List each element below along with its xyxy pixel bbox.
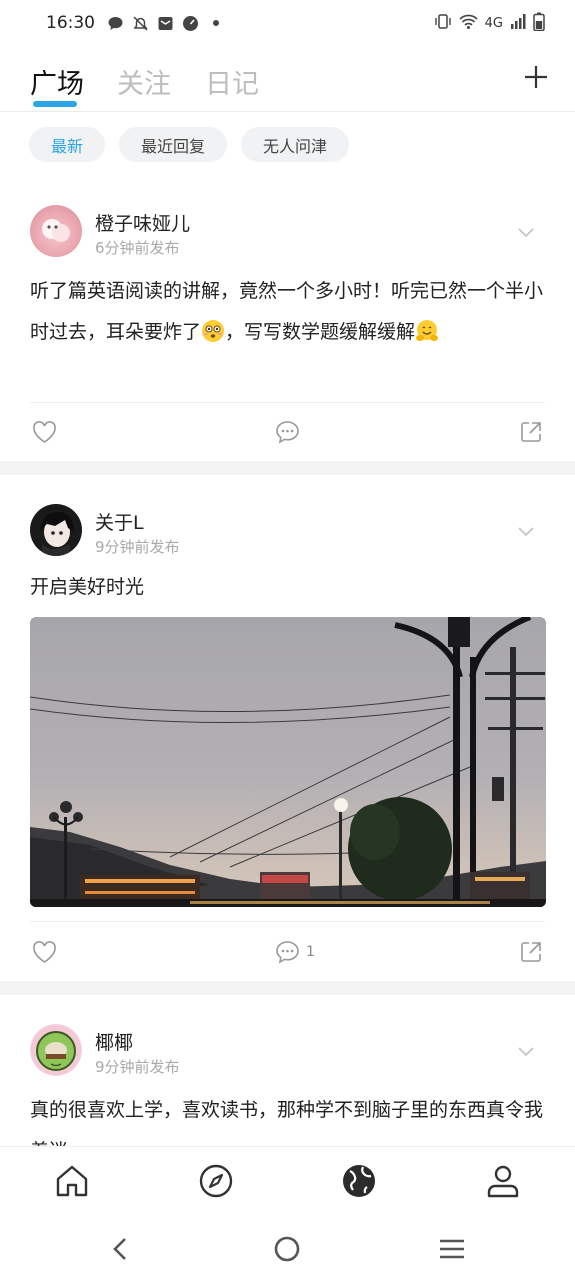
comment-count: 1 bbox=[306, 944, 315, 960]
filter-chips: 最新 最近回复 无人问津 bbox=[29, 127, 350, 162]
status-left: 16:30 bbox=[46, 13, 224, 33]
tab-square[interactable]: 广场 bbox=[30, 62, 84, 101]
speedometer-icon bbox=[182, 15, 199, 32]
post-author[interactable]: 关于L bbox=[95, 508, 144, 535]
vibrate-icon bbox=[434, 13, 452, 34]
share-icon bbox=[521, 942, 541, 962]
signal-icon bbox=[510, 13, 526, 34]
nav-home[interactable] bbox=[54, 1163, 90, 1199]
profile-icon bbox=[487, 1165, 519, 1198]
status-right: 4G bbox=[434, 12, 545, 35]
plus-icon bbox=[525, 66, 547, 88]
post-text-part2: ，写写数学题缓解缓解 bbox=[225, 321, 416, 343]
heart-icon bbox=[33, 420, 56, 443]
like-button[interactable] bbox=[32, 419, 57, 445]
globe-icon bbox=[343, 1165, 375, 1197]
filter-unanswered[interactable]: 无人问津 bbox=[241, 127, 350, 162]
mute-icon bbox=[132, 15, 149, 32]
chat-icon bbox=[107, 15, 124, 32]
action-divider bbox=[30, 921, 545, 922]
wifi-icon bbox=[459, 13, 478, 34]
menu-icon bbox=[440, 1239, 464, 1259]
battery-icon bbox=[533, 12, 545, 35]
system-back-button[interactable] bbox=[107, 1235, 135, 1263]
post-time: 6分钟前发布 bbox=[95, 239, 180, 257]
add-post-button[interactable] bbox=[523, 64, 549, 90]
post-author[interactable]: 椰椰 bbox=[95, 1028, 133, 1055]
bottom-navigation bbox=[0, 1146, 575, 1218]
comment-button[interactable]: 1 bbox=[275, 939, 315, 965]
avatar[interactable] bbox=[30, 1024, 82, 1076]
nav-discover[interactable] bbox=[198, 1163, 234, 1199]
chevron-down-icon[interactable] bbox=[517, 1045, 535, 1057]
tab-following[interactable]: 关注 bbox=[117, 62, 171, 101]
back-icon bbox=[113, 1238, 126, 1260]
post-time: 9分钟前发布 bbox=[95, 1058, 180, 1076]
post-photo[interactable] bbox=[30, 617, 546, 907]
post-author[interactable]: 橙子味娅儿 bbox=[95, 209, 190, 236]
network-label: 4G bbox=[484, 15, 503, 31]
comment-button[interactable] bbox=[275, 419, 306, 445]
circle-home-icon bbox=[274, 1236, 300, 1262]
compass-icon bbox=[199, 1164, 233, 1198]
action-divider bbox=[30, 402, 545, 403]
chevron-down-icon[interactable] bbox=[517, 525, 535, 537]
flushed-face-emoji-icon bbox=[202, 320, 225, 342]
share-button[interactable] bbox=[519, 419, 543, 445]
dot-icon bbox=[207, 15, 224, 32]
post-text: 开启美好时光 bbox=[30, 576, 145, 598]
hugging-face-emoji-icon bbox=[416, 320, 439, 341]
post-text: 真的很喜欢上学，喜欢读书，那种学不到脑子里的东西真令我着迷 bbox=[30, 1099, 544, 1146]
comment-icon bbox=[276, 421, 299, 444]
home-icon bbox=[56, 1165, 88, 1197]
mail-icon bbox=[157, 15, 174, 32]
post-separator bbox=[0, 981, 575, 995]
share-icon bbox=[521, 422, 541, 442]
tab-diary[interactable]: 日记 bbox=[205, 62, 259, 101]
top-tabs: 广场 关注 日记 bbox=[0, 52, 575, 112]
post-separator bbox=[0, 461, 575, 475]
heart-icon bbox=[33, 940, 56, 963]
like-button[interactable] bbox=[32, 939, 57, 965]
system-menu-button[interactable] bbox=[438, 1235, 466, 1263]
system-home-button[interactable] bbox=[273, 1235, 301, 1263]
nav-profile[interactable] bbox=[485, 1163, 521, 1199]
avatar[interactable] bbox=[30, 504, 82, 556]
filter-latest[interactable]: 最新 bbox=[29, 127, 106, 162]
post-text: 听了篇英语阅读的讲解，竟然一个多小时！听完已然一个半小时过去，耳朵要炸了 ，写写数… bbox=[30, 271, 545, 353]
avatar[interactable] bbox=[30, 205, 82, 257]
active-tab-indicator bbox=[33, 101, 77, 107]
post-time: 9分钟前发布 bbox=[95, 538, 180, 556]
filter-recent-reply[interactable]: 最近回复 bbox=[119, 127, 228, 162]
system-navigation bbox=[0, 1218, 575, 1280]
chevron-down-icon[interactable] bbox=[517, 226, 535, 238]
comment-icon bbox=[276, 941, 299, 964]
nav-square[interactable] bbox=[341, 1163, 377, 1199]
status-time: 16:30 bbox=[46, 13, 95, 33]
post-card: 椰椰 9分钟前发布 真的很喜欢上学，喜欢读书，那种学不到脑子里的东西真令我着迷 bbox=[0, 995, 575, 1146]
share-button[interactable] bbox=[519, 939, 543, 965]
status-bar: 16:30 4G bbox=[0, 0, 575, 46]
